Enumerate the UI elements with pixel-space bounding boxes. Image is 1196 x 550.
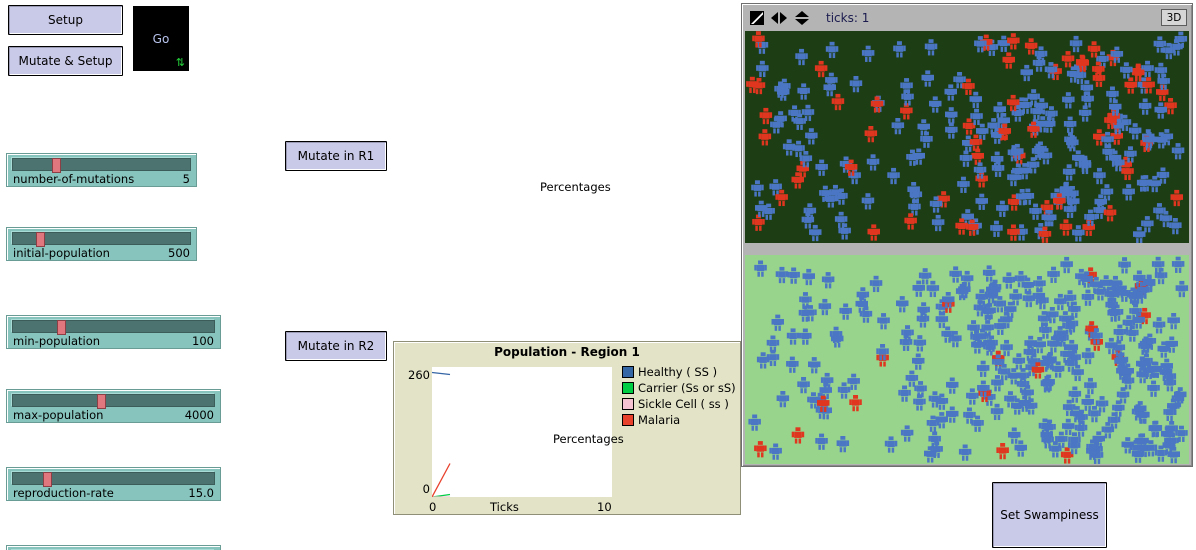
plot-1-y-max-tick: 260 — [396, 368, 430, 382]
slider-track[interactable] — [12, 472, 215, 485]
legend-swatch — [622, 366, 634, 378]
slider-label: initial-population — [13, 246, 110, 260]
slider-track[interactable] — [12, 394, 215, 407]
slider-track[interactable] — [12, 320, 215, 333]
mutate-and-setup-button-label: Mutate & Setup — [18, 54, 112, 68]
plot-population-region-1: Population - Region 1 260 0 0 Ticks 10 H… — [393, 341, 741, 515]
mutate-in-r1-button[interactable]: Mutate in R1 — [285, 141, 387, 171]
world-region-1[interactable] — [745, 31, 1189, 243]
forever-loop-icon: ⇅ — [176, 57, 185, 68]
plot-1-legend: Healthy ( SS )Carrier (Ss or sS)Sickle C… — [622, 364, 736, 428]
half-filled-square-icon[interactable] — [750, 11, 764, 25]
legend-label: Malaria — [638, 412, 680, 428]
world-view[interactable]: ticks: 1 3D — [741, 3, 1193, 467]
switch-to-3d-button-label: 3D — [1167, 12, 1182, 24]
percentages-label-region-1: Percentages — [540, 180, 611, 194]
switch-to-3d-button[interactable]: 3D — [1161, 9, 1187, 26]
go-button[interactable]: Go ⇅ — [133, 6, 189, 71]
legend-swatch — [622, 414, 634, 426]
slider-thumb[interactable] — [36, 232, 45, 247]
mutate-in-r2-button[interactable]: Mutate in R2 — [285, 331, 387, 361]
legend-item: Sickle Cell ( ss ) — [622, 396, 736, 412]
slider-value: 15.0 — [188, 486, 214, 500]
plot-1-title: Population - Region 1 — [394, 342, 740, 359]
world-region-2[interactable] — [745, 255, 1189, 464]
slider-track[interactable] — [12, 158, 191, 171]
slider-label: min-population — [13, 334, 100, 348]
legend-label: Sickle Cell ( ss ) — [638, 396, 729, 412]
mutate-and-setup-button[interactable]: Mutate & Setup — [8, 46, 123, 76]
setup-button-label: Setup — [48, 13, 83, 27]
legend-label: Carrier (Ss or sS) — [638, 380, 736, 396]
slider-label: reproduction-rate — [13, 486, 114, 500]
plot-1-y-min-tick: 0 — [396, 482, 430, 496]
slider-malaria-probability-coefficient[interactable]: malaria-probability-coefficient38 — [6, 545, 221, 550]
set-swampiness-button[interactable]: Set Swampiness — [992, 482, 1107, 548]
plot-1-x-min-tick: 0 — [429, 500, 436, 514]
plot-1-x-axis-label: Ticks — [490, 500, 519, 514]
slider-track[interactable] — [12, 232, 191, 245]
slider-thumb[interactable] — [52, 158, 61, 173]
slider-label: number-of-mutations — [13, 172, 134, 186]
slider-thumb[interactable] — [97, 394, 106, 409]
slider-value: 100 — [192, 334, 214, 348]
slider-thumb[interactable] — [57, 320, 66, 335]
legend-swatch — [622, 382, 634, 394]
legend-swatch — [622, 398, 634, 410]
legend-item: Carrier (Ss or sS) — [622, 380, 736, 396]
slider-min-population[interactable]: min-population 100 — [6, 315, 221, 349]
slider-max-population[interactable]: max-population 4000 — [6, 389, 221, 423]
slider-label: max-population — [13, 408, 103, 422]
setup-button[interactable]: Setup — [8, 5, 123, 35]
slider-initial-population[interactable]: initial-population 500 — [6, 227, 197, 261]
slider-thumb[interactable] — [43, 472, 52, 487]
world-view-toolbar: ticks: 1 3D — [744, 6, 1190, 30]
mutate-in-r2-button-label: Mutate in R2 — [298, 339, 375, 353]
slider-value: 5 — [183, 172, 190, 186]
up-down-arrows-icon[interactable] — [794, 10, 810, 26]
set-swampiness-button-label: Set Swampiness — [1000, 508, 1098, 522]
go-button-label: Go — [153, 32, 170, 46]
legend-item: Malaria — [622, 412, 736, 428]
legend-item: Healthy ( SS ) — [622, 364, 736, 380]
legend-label: Healthy ( SS ) — [638, 364, 717, 380]
percentages-label-region-2: Percentages — [553, 432, 624, 446]
mutate-in-r1-button-label: Mutate in R1 — [298, 149, 375, 163]
plot-1-x-max-tick: 10 — [597, 500, 612, 514]
ticks-counter: ticks: 1 — [826, 11, 869, 25]
slider-value: 500 — [168, 246, 190, 260]
slider-value: 4000 — [185, 408, 214, 422]
slider-reproduction-rate[interactable]: reproduction-rate 15.0 — [6, 467, 221, 501]
slider-number-of-mutations[interactable]: number-of-mutations 5 — [6, 153, 197, 187]
left-right-arrows-icon[interactable] — [770, 11, 788, 25]
